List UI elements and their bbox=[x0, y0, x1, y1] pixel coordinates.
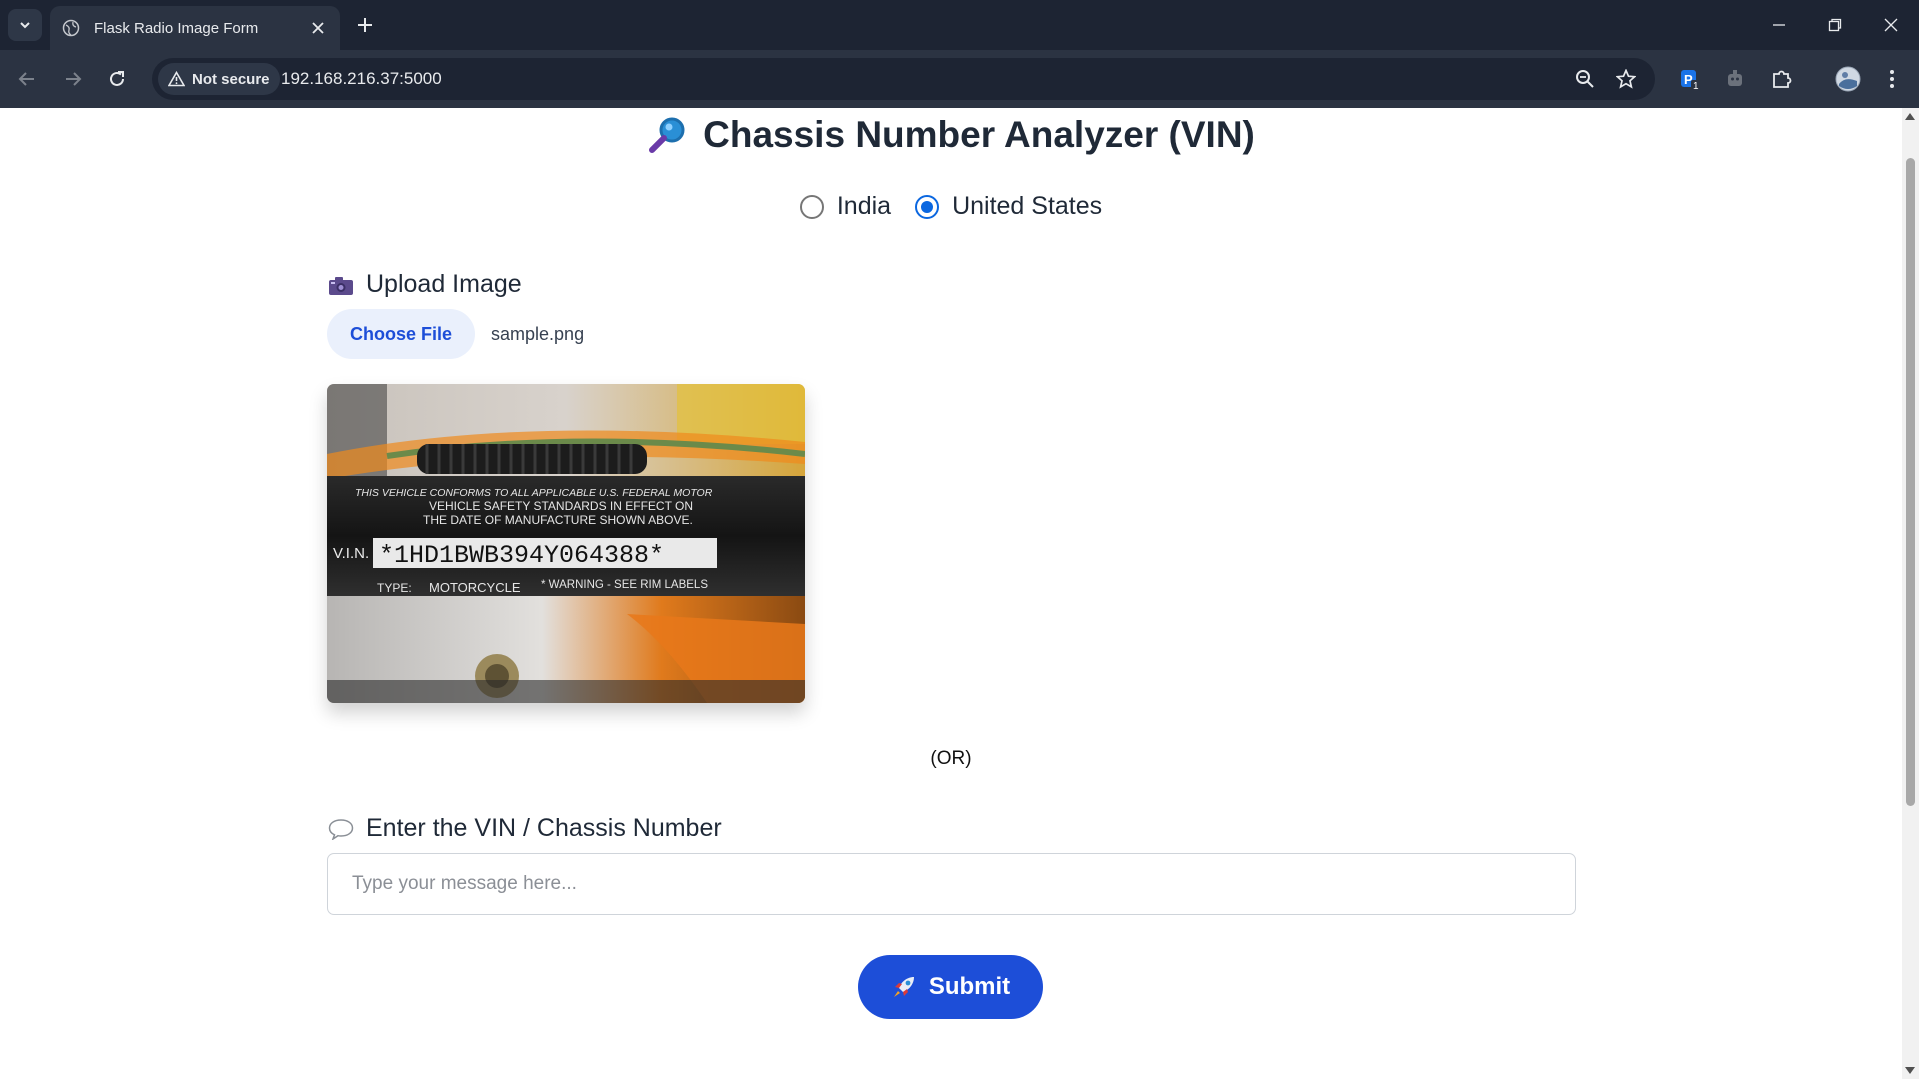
vin-label-photo: THIS VEHICLE CONFORMS TO ALL APPLICABLE … bbox=[327, 384, 805, 703]
radio-label-united-states[interactable]: United States bbox=[952, 192, 1102, 221]
tab-search-button[interactable] bbox=[8, 9, 42, 41]
selected-file-name: sample.png bbox=[491, 323, 585, 344]
photo-type-label: TYPE: bbox=[377, 581, 412, 595]
upload-image-label-text: Upload Image bbox=[366, 270, 522, 298]
radio-button-united-states[interactable] bbox=[915, 194, 940, 219]
page-title: Chassis Number Analyzer (VIN) bbox=[0, 114, 1902, 156]
photo-type-value: MOTORCYCLE bbox=[429, 580, 521, 595]
country-radio-group: India United States bbox=[0, 192, 1902, 221]
close-icon bbox=[1884, 18, 1898, 32]
vin-input-label: Enter the VIN / Chassis Number bbox=[328, 814, 722, 843]
back-button[interactable] bbox=[10, 62, 44, 96]
browser-toolbar: Not secure 192.168.216.37:5000 P1 bbox=[0, 50, 1919, 108]
choose-file-button[interactable]: Choose File bbox=[327, 309, 476, 359]
rocket-icon bbox=[893, 977, 914, 997]
vin-input-label-text: Enter the VIN / Chassis Number bbox=[366, 814, 722, 842]
address-bar[interactable]: Not secure 192.168.216.37:5000 bbox=[152, 58, 1655, 100]
radio-option-united-states[interactable]: United States bbox=[915, 192, 1102, 221]
globe-icon bbox=[62, 19, 80, 37]
arrow-left-icon bbox=[18, 72, 34, 86]
extension-p-icon[interactable]: P1 bbox=[1673, 62, 1707, 96]
reload-button[interactable] bbox=[100, 62, 134, 96]
bookmark-star-icon[interactable] bbox=[1613, 66, 1639, 92]
url-text[interactable]: 192.168.216.37:5000 bbox=[281, 69, 442, 89]
browser-tab[interactable]: Flask Radio Image Form bbox=[50, 6, 340, 50]
new-tab-button[interactable] bbox=[352, 12, 378, 38]
photo-text-line2: VEHICLE SAFETY STANDARDS IN EFFECT ON bbox=[429, 499, 693, 513]
magnifying-glass-icon bbox=[649, 117, 685, 153]
upload-image-label: Upload Image bbox=[328, 270, 522, 299]
photo-text-line3: THE DATE OF MANUFACTURE SHOWN ABOVE. bbox=[423, 513, 693, 527]
submit-button-label: Submit bbox=[928, 973, 1011, 1000]
restore-button[interactable] bbox=[1807, 0, 1863, 50]
minimize-button[interactable] bbox=[1751, 0, 1807, 50]
restore-icon bbox=[1828, 18, 1842, 32]
warning-triangle-icon bbox=[168, 71, 185, 87]
menu-kebab-icon[interactable] bbox=[1875, 62, 1909, 96]
scroll-down-arrow-icon[interactable] bbox=[1905, 1067, 1915, 1074]
speech-bubble-icon bbox=[328, 818, 354, 840]
minimize-icon bbox=[1773, 24, 1785, 26]
photo-text-line1: THIS VEHICLE CONFORMS TO ALL APPLICABLE … bbox=[355, 487, 713, 499]
zoom-icon[interactable] bbox=[1572, 66, 1598, 92]
radio-label-india[interactable]: India bbox=[837, 192, 891, 221]
photo-vin-label: V.I.N. bbox=[333, 545, 369, 562]
extensions-puzzle-icon[interactable] bbox=[1765, 62, 1799, 96]
site-info-chip[interactable]: Not secure bbox=[158, 63, 280, 95]
radio-button-india[interactable] bbox=[799, 194, 824, 219]
reload-icon bbox=[110, 71, 124, 86]
photo-vin-value: *1HD1BWB394Y064388* bbox=[379, 541, 664, 570]
security-label: Not secure bbox=[192, 70, 270, 88]
vin-text-input[interactable] bbox=[327, 853, 1576, 915]
forward-button[interactable] bbox=[56, 62, 90, 96]
extension-badge: 1 bbox=[1693, 81, 1699, 91]
tab-strip: Flask Radio Image Form bbox=[0, 0, 1919, 50]
close-window-button[interactable] bbox=[1863, 0, 1919, 50]
submit-button[interactable]: Submit bbox=[858, 955, 1043, 1019]
photo-warning: * WARNING - SEE RIM LABELS bbox=[541, 579, 708, 591]
extension-robot-icon[interactable] bbox=[1718, 62, 1752, 96]
page-scrollbar[interactable] bbox=[1902, 108, 1919, 1079]
scroll-up-arrow-icon[interactable] bbox=[1905, 113, 1915, 120]
or-separator: (OR) bbox=[930, 748, 972, 769]
close-tab-icon[interactable] bbox=[308, 18, 328, 38]
radio-option-india[interactable]: India bbox=[799, 192, 891, 221]
window-controls bbox=[1751, 0, 1919, 50]
file-input[interactable]: Choose File sample.png bbox=[327, 309, 584, 359]
camera-icon bbox=[329, 276, 353, 295]
arrow-right-icon bbox=[66, 72, 82, 86]
page-viewport: Chassis Number Analyzer (VIN) India Unit… bbox=[0, 108, 1902, 1079]
profile-avatar[interactable] bbox=[1831, 62, 1865, 96]
image-preview: THIS VEHICLE CONFORMS TO ALL APPLICABLE … bbox=[327, 384, 805, 703]
plus-icon bbox=[358, 18, 372, 32]
page-title-text: Chassis Number Analyzer (VIN) bbox=[703, 114, 1255, 155]
scrollbar-thumb[interactable] bbox=[1906, 158, 1915, 806]
chevron-down-icon bbox=[20, 22, 30, 29]
tab-title: Flask Radio Image Form bbox=[94, 19, 259, 37]
